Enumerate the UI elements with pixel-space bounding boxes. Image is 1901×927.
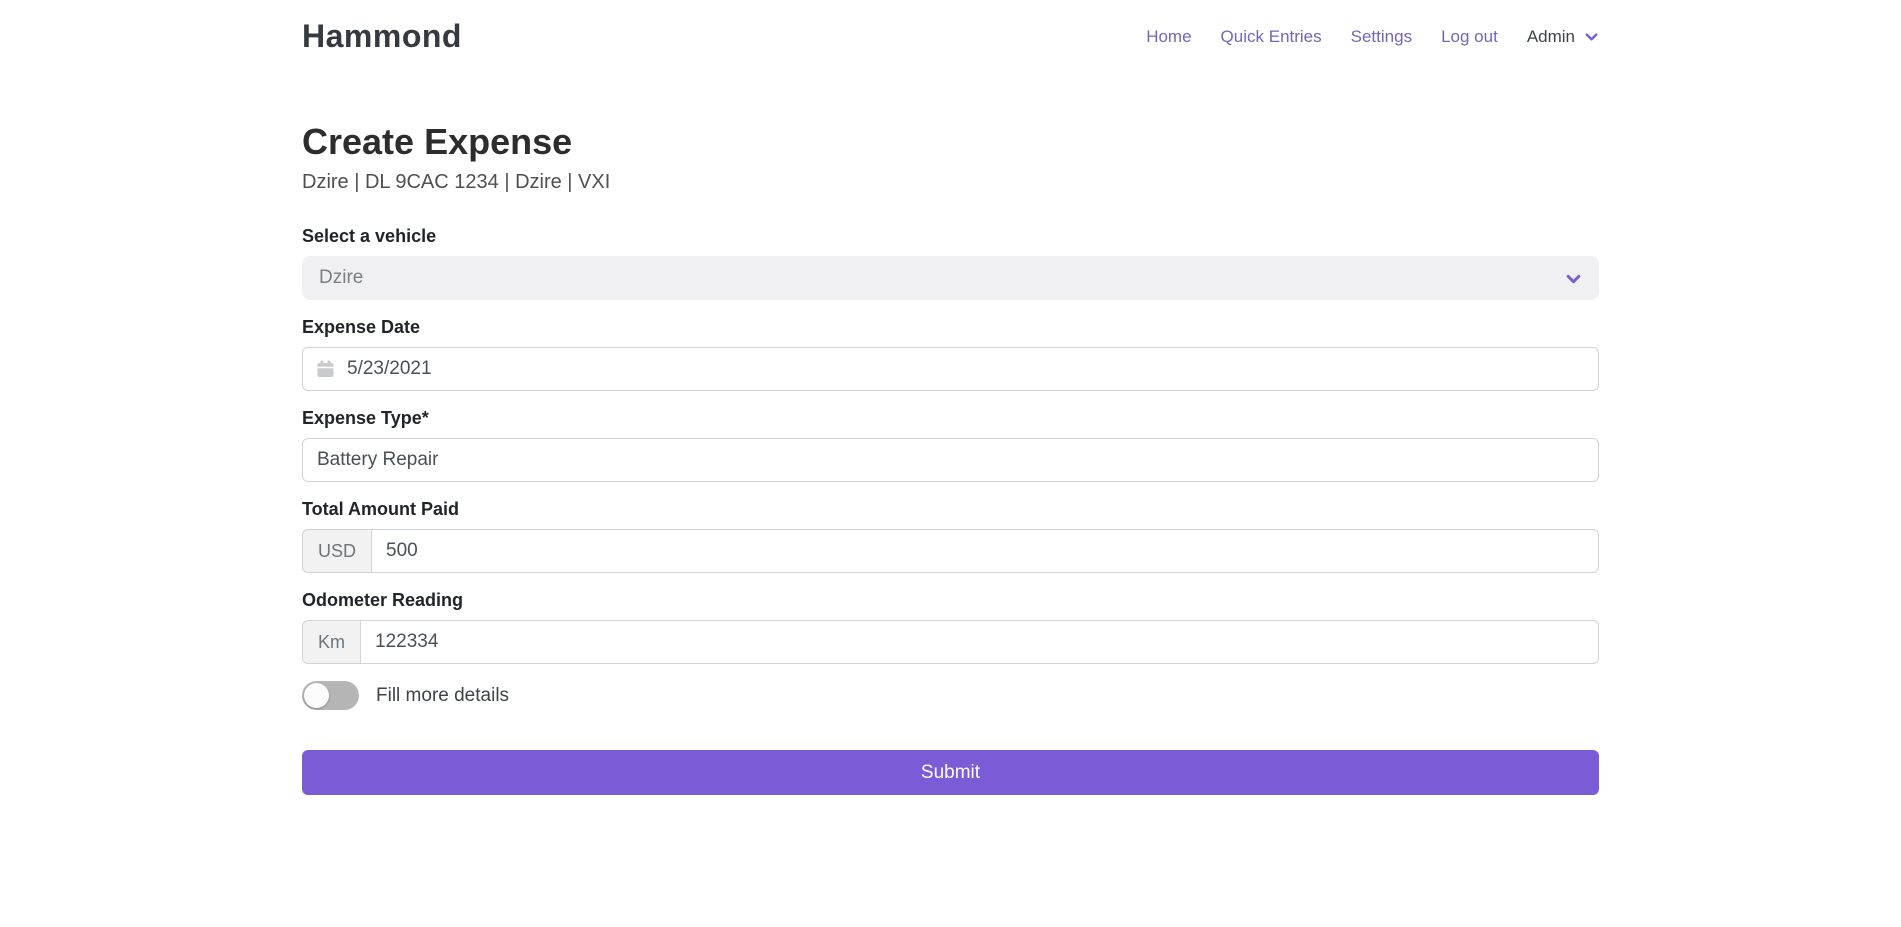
main-nav: Home Quick Entries Settings Log out Admi… (1146, 27, 1599, 47)
expense-type-input[interactable] (302, 438, 1599, 482)
nav-item-logout[interactable]: Log out (1441, 27, 1498, 47)
vehicle-select[interactable]: Dzire (302, 256, 1599, 300)
chevron-down-icon (1565, 270, 1582, 287)
vehicle-select-label: Select a vehicle (302, 226, 1599, 247)
expense-type-group: Expense Type* (302, 408, 1599, 482)
nav-item-settings[interactable]: Settings (1351, 27, 1412, 47)
vehicle-summary: Dzire | DL 9CAC 1234 | Dzire | VXI (302, 171, 1599, 194)
expense-date-label: Expense Date (302, 317, 1599, 338)
page-title: Create Expense (302, 121, 1599, 163)
calendar-icon (316, 360, 335, 379)
currency-prefix: USD (302, 529, 371, 573)
nav-item-home[interactable]: Home (1146, 27, 1191, 47)
submit-button[interactable]: Submit (302, 750, 1599, 795)
total-amount-label: Total Amount Paid (302, 499, 1599, 520)
vehicle-select-value: Dzire (319, 267, 363, 289)
vehicle-select-group: Select a vehicle Dzire (302, 226, 1599, 300)
expense-date-group: Expense Date (302, 317, 1599, 391)
distance-unit-prefix: Km (302, 620, 360, 664)
user-menu-label: Admin (1527, 27, 1575, 47)
odometer-group: Odometer Reading Km (302, 590, 1599, 664)
nav-item-quick-entries[interactable]: Quick Entries (1221, 27, 1322, 47)
brand-logo[interactable]: Hammond (302, 18, 462, 55)
total-amount-group: Total Amount Paid USD (302, 499, 1599, 573)
expense-type-label: Expense Type* (302, 408, 1599, 429)
app-header: Hammond Home Quick Entries Settings Log … (0, 0, 1901, 71)
fill-more-details-label: Fill more details (376, 685, 509, 707)
odometer-label: Odometer Reading (302, 590, 1599, 611)
fill-more-details-toggle[interactable] (302, 681, 359, 710)
more-details-row: Fill more details (302, 681, 1599, 710)
toggle-knob (304, 683, 329, 708)
odometer-input[interactable] (360, 620, 1599, 664)
chevron-down-icon (1584, 29, 1599, 44)
user-menu-admin[interactable]: Admin (1527, 27, 1599, 47)
create-expense-form: Select a vehicle Dzire Expense Date (302, 226, 1599, 795)
total-amount-input[interactable] (371, 529, 1599, 573)
expense-date-input[interactable] (302, 347, 1599, 391)
